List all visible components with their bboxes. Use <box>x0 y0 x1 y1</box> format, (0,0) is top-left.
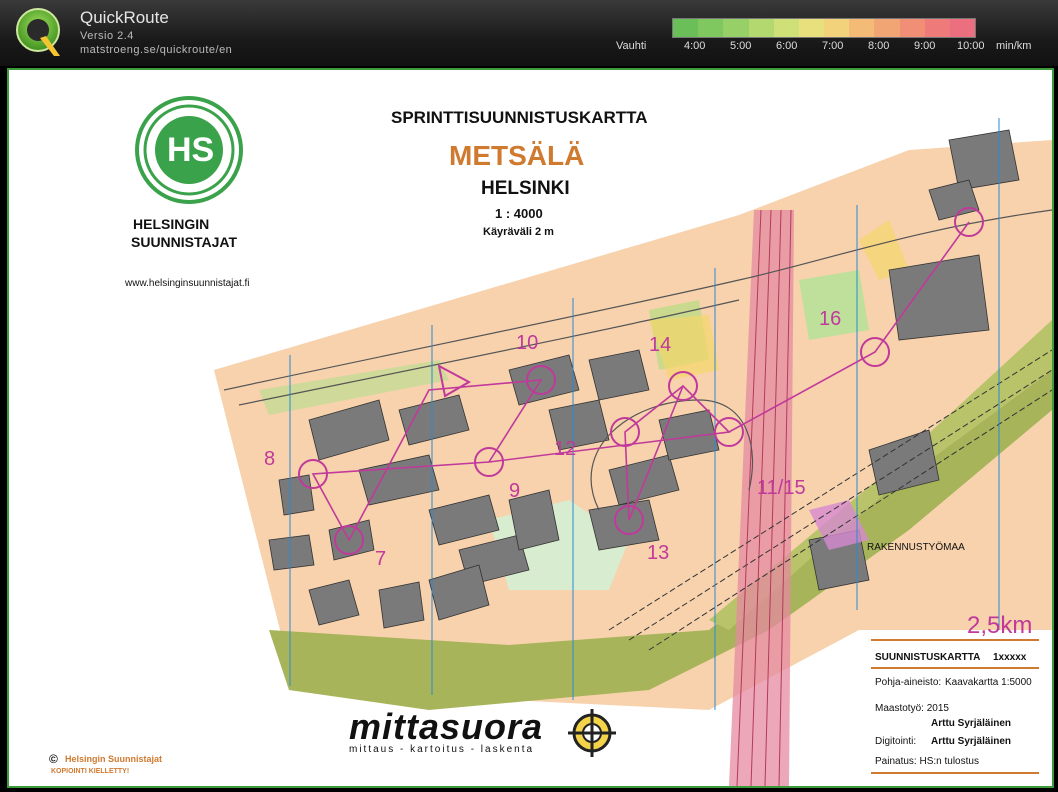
info-survey-label: Maastotyö: 2015 <box>875 703 949 714</box>
pace-color-segment <box>874 19 900 37</box>
map-scale: 1 : 4000 <box>495 206 543 221</box>
control-number: 13 <box>647 542 670 564</box>
pace-tick: 6:00 <box>776 40 798 52</box>
pace-tick: 5:00 <box>730 40 752 52</box>
sponsor-tagline: mittaus - kartoitus - laskenta <box>349 744 535 755</box>
club-name-line2: SUUNNISTAJAT <box>131 234 238 250</box>
sponsor-name: mittasuora <box>349 706 544 747</box>
pace-tick: 4:00 <box>684 40 706 52</box>
info-digitizing-person: Arttu Syrjäläinen <box>931 736 1012 747</box>
control-number: 8 <box>264 448 276 470</box>
info-survey-person: Arttu Syrjäläinen <box>931 718 1012 729</box>
copyright-symbol: © <box>49 752 58 766</box>
pace-tick: 9:00 <box>914 40 936 52</box>
control-number: 14 <box>649 334 672 356</box>
pace-scale-label: Vauhti <box>616 40 647 52</box>
course-distance: 2,5km <box>967 612 1033 639</box>
info-digitizing-label: Digitointi: <box>875 736 917 747</box>
pace-color-segment <box>899 19 925 37</box>
club-logo-letters: HS <box>167 131 215 169</box>
control-number: 11/15 <box>757 477 806 499</box>
map-title: SPRINTTISUUNNISTUSKARTTA <box>391 108 648 127</box>
pace-color-segment <box>773 19 799 37</box>
pace-tick: 7:00 <box>822 40 844 52</box>
pace-unit: min/km <box>996 40 1032 52</box>
pace-color-segment <box>924 19 950 37</box>
control-number: 16 <box>819 308 842 330</box>
control-number: 7 <box>375 548 387 570</box>
map-canvas[interactable]: SPRINTTISUUNNISTUSKARTTA METSÄLÄ HELSINK… <box>7 68 1054 788</box>
app-url[interactable]: matstroeng.se/quickroute/en <box>80 44 232 56</box>
pace-color-segment <box>798 19 825 37</box>
pace-color-segment <box>949 19 976 37</box>
pace-color-segment <box>849 19 875 37</box>
construction-label: RAKENNUSTYÖMAA <box>867 542 965 553</box>
quickroute-logo-icon <box>16 8 60 56</box>
pace-color-segment <box>673 19 699 37</box>
info-base-label: Pohja-aineisto: <box>875 677 942 688</box>
pace-tick: 8:00 <box>868 40 890 52</box>
club-name-line1: HELSINGIN <box>133 216 210 232</box>
pace-color-scale <box>672 18 976 38</box>
info-header-code: 1xxxxx <box>993 652 1027 663</box>
pace-color-segment <box>698 19 724 37</box>
pace-tick: 10:00 <box>957 40 985 52</box>
pace-color-segment <box>748 19 774 37</box>
club-url: www.helsinginsuunnistajat.fi <box>125 278 250 289</box>
copyright-club: Helsingin Suunnistajat <box>65 754 163 764</box>
info-base-value: Kaavakartta 1:5000 <box>945 677 1032 688</box>
copyright-note: KOPIOINTI KIELLETTY! <box>51 768 130 775</box>
pace-color-segment <box>723 19 749 37</box>
app-version: Versio 2.4 <box>80 30 134 42</box>
control-number: 9 <box>509 480 521 502</box>
app-title: QuickRoute <box>80 8 169 27</box>
app-header: QuickRoute Versio 2.4 matstroeng.se/quic… <box>0 0 1058 66</box>
info-printing: Painatus: HS:n tulostus <box>875 756 979 767</box>
info-header: SUUNNISTUSKARTTA <box>875 652 981 663</box>
pace-color-segment <box>824 19 850 37</box>
map-city: HELSINKI <box>481 178 570 199</box>
map-name: METSÄLÄ <box>449 140 585 171</box>
contour-interval: Käyräväli 2 m <box>483 226 554 238</box>
control-number: 12 <box>554 438 577 460</box>
control-number: 10 <box>516 332 539 354</box>
